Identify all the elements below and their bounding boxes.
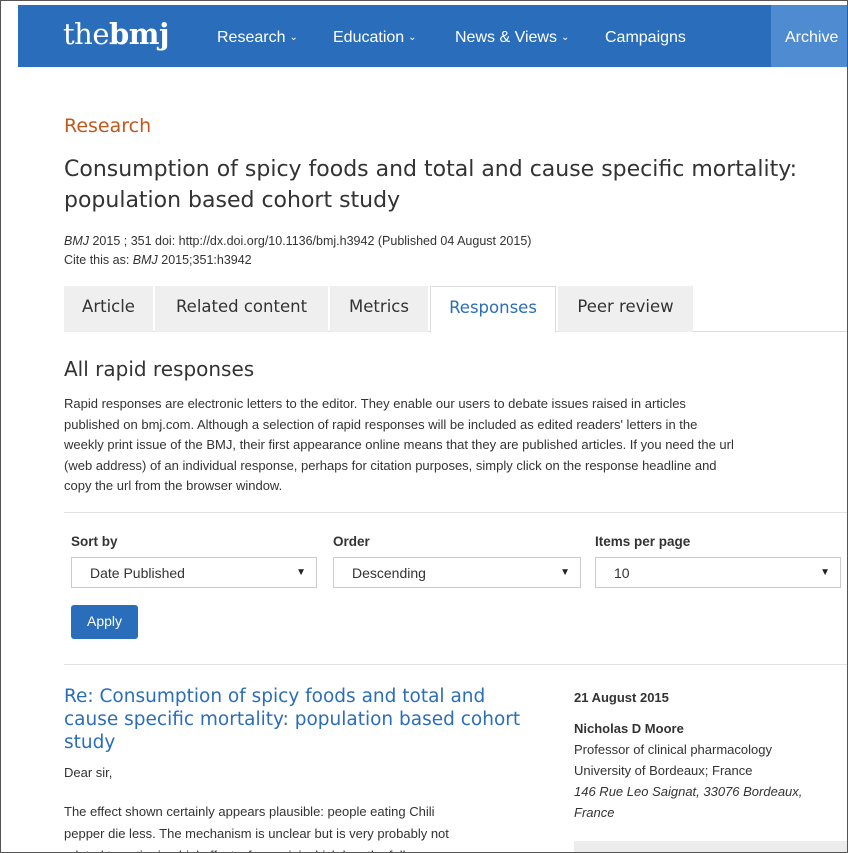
article-tabs: Article Related content Metrics Response…: [64, 286, 847, 333]
intro-line: Rapid responses are electronic letters t…: [64, 396, 686, 411]
nav-archive[interactable]: Archive: [771, 5, 847, 67]
tab-peer-review[interactable]: Peer review: [558, 286, 693, 332]
cite-reference: 2015;351:h3942: [157, 253, 252, 267]
nav-education[interactable]: Education ⌄: [333, 29, 417, 47]
sort-by-select[interactable]: Date Published ▼: [71, 557, 317, 588]
intro-line: weekly print issue of the BMJ, their fir…: [64, 437, 734, 452]
response-title-link[interactable]: Re: Consumption of spicy foods and total…: [64, 685, 544, 754]
tab-metrics[interactable]: Metrics: [330, 286, 428, 332]
response-salutation: Dear sir,: [64, 765, 113, 780]
top-navigation: thebmj Research ⌄ Education ⌄ News & Views…: [18, 5, 847, 67]
nav-education-label: Education: [333, 29, 405, 46]
dropdown-arrow-icon: ▼: [296, 567, 306, 578]
sidebar-panel: [574, 841, 847, 852]
browser-viewport: thebmj Research ⌄ Education ⌄ News & Views…: [0, 0, 848, 853]
rapid-responses-heading: All rapid responses: [64, 357, 255, 381]
sort-by-label: Sort by: [71, 534, 118, 549]
response-date: 21 August 2015: [574, 690, 669, 705]
cite-journal: BMJ: [132, 253, 158, 267]
rapid-responses-intro: Rapid responses are electronic letters t…: [64, 394, 847, 497]
article-title: Consumption of spicy foods and total and…: [64, 157, 798, 213]
divider: [64, 664, 847, 665]
dropdown-arrow-icon: ▼: [560, 567, 570, 578]
tab-related-content[interactable]: Related content: [155, 286, 328, 332]
nav-research[interactable]: Research ⌄: [217, 29, 298, 47]
intro-line: (web address) of an individual response,…: [64, 457, 717, 473]
logo-prefix: the: [63, 17, 110, 51]
cite-as: Cite this as: BMJ 2015;351:h3942: [64, 253, 252, 267]
author-affiliation: University of Bordeaux; France: [574, 763, 753, 778]
response-author: Nicholas D Moore: [574, 721, 684, 736]
nav-campaigns-label: Campaigns: [605, 29, 686, 46]
author-role: Professor of clinical pharmacology: [574, 742, 772, 757]
items-per-page-label: Items per page: [595, 534, 691, 549]
tab-responses[interactable]: Responses: [430, 286, 556, 333]
nav-news-views-label: News & Views: [455, 29, 557, 46]
order-value: Descending: [352, 565, 426, 581]
apply-button[interactable]: Apply: [71, 605, 138, 639]
order-select[interactable]: Descending ▼: [333, 557, 581, 588]
tab-article[interactable]: Article: [64, 286, 153, 332]
author-address: 146 Rue Leo Saignat, 33076 Bordeaux,: [574, 784, 803, 799]
nav-news-views[interactable]: News & Views ⌄: [455, 29, 569, 47]
article-section-label[interactable]: Research: [64, 115, 151, 137]
items-per-page-select[interactable]: 10 ▼: [595, 557, 841, 588]
sort-by-value: Date Published: [90, 565, 185, 581]
response-body: The effect shown certainly appears plaus…: [64, 801, 544, 852]
author-address-country: France: [574, 805, 615, 820]
response-body-line: The effect shown certainly appears plaus…: [64, 804, 435, 819]
journal-name: BMJ: [64, 234, 89, 248]
order-label: Order: [333, 534, 370, 549]
divider: [64, 512, 847, 513]
article-citation: BMJ 2015 ; 351 doi: http://dx.doi.org/10…: [64, 234, 531, 248]
response-body-line: pepper die less. The mechanism is unclea…: [64, 826, 449, 841]
nav-campaigns[interactable]: Campaigns: [605, 29, 686, 47]
nav-research-label: Research: [217, 29, 286, 46]
bmj-logo[interactable]: thebmj: [63, 17, 169, 51]
citation-details: 2015 ; 351 doi: http://dx.doi.org/10.113…: [89, 234, 532, 248]
dropdown-arrow-icon: ▼: [820, 567, 830, 578]
intro-line: copy the url from the browser window.: [64, 478, 283, 493]
items-per-page-value: 10: [614, 565, 630, 581]
chevron-down-icon: ⌄: [289, 32, 298, 43]
chevron-down-icon: ⌄: [560, 32, 570, 43]
response-body-line: related to anti-microbial effects, for a…: [64, 845, 544, 852]
logo-brand: bmj: [109, 17, 169, 51]
intro-line: published on bmj.com. Although a selecti…: [64, 416, 698, 432]
cite-prefix: Cite this as:: [64, 253, 133, 267]
chevron-down-icon: ⌄: [408, 32, 417, 43]
